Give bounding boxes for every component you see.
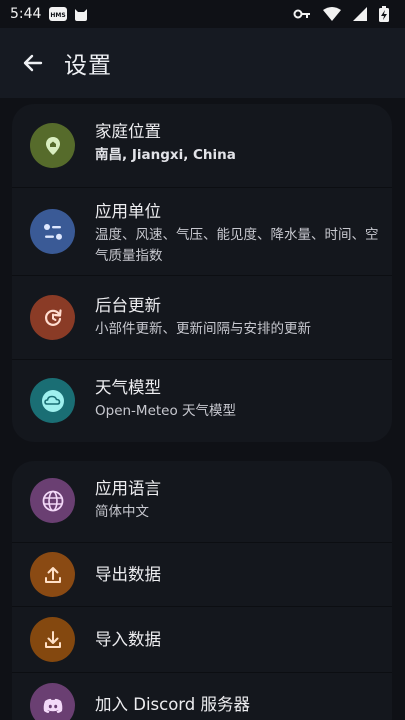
status-bar: 5:44 HMS xyxy=(0,0,405,28)
download-icon xyxy=(30,617,75,662)
settings-item-import-data[interactable]: 导入数据 xyxy=(12,607,392,673)
hms-notification-icon: HMS xyxy=(49,7,68,21)
arrow-back-icon xyxy=(23,54,43,72)
page-title: 设置 xyxy=(64,53,112,79)
settings-item-export-data[interactable]: 导出数据 xyxy=(12,543,392,607)
item-title: 导入数据 xyxy=(95,630,161,649)
upload-icon xyxy=(30,552,75,597)
location-pin-icon xyxy=(30,123,75,168)
item-subtitle: 小部件更新、更新间隔与安排的更新 xyxy=(95,321,311,337)
vpn-key-icon xyxy=(293,8,311,20)
status-time: 5:44 xyxy=(10,6,42,22)
item-title: 天气模型 xyxy=(95,378,161,397)
settings-item-weather-model[interactable]: 天气模型 Open-Meteo 天气模型 xyxy=(12,360,392,442)
refresh-clock-icon xyxy=(30,295,75,340)
item-subtitle: 温度、风速、气压、能见度、降水量、时间、空气质量指数 xyxy=(95,227,379,264)
settings-item-join-discord[interactable]: 加入 Discord 服务器 xyxy=(12,673,392,720)
settings-item-home-location[interactable]: 家庭位置 南昌, Jiangxi, China xyxy=(12,104,392,188)
back-button[interactable] xyxy=(20,51,44,75)
item-title: 后台更新 xyxy=(95,296,161,315)
item-subtitle: Open-Meteo 天气模型 xyxy=(95,403,237,419)
battery-charging-icon xyxy=(379,6,389,22)
cat-app-icon xyxy=(73,6,89,22)
item-title: 应用单位 xyxy=(95,202,161,221)
cellular-signal-icon xyxy=(353,7,367,21)
cloud-icon xyxy=(30,378,75,423)
settings-item-background-updates[interactable]: 后台更新 小部件更新、更新间隔与安排的更新 xyxy=(12,276,392,360)
wifi-icon xyxy=(323,7,341,21)
item-title: 家庭位置 xyxy=(95,122,161,141)
tune-icon xyxy=(30,209,75,254)
app-bar: 设置 xyxy=(0,28,405,98)
settings-card-data: 应用语言 简体中文 导出数据 导入数据 加入 Discord 服务器 xyxy=(12,461,392,720)
item-title: 导出数据 xyxy=(95,565,161,584)
settings-card-general: 家庭位置 南昌, Jiangxi, China 应用单位 温度、风速、气压、能见… xyxy=(12,104,392,442)
settings-item-units[interactable]: 应用单位 温度、风速、气压、能见度、降水量、时间、空气质量指数 xyxy=(12,188,392,276)
item-subtitle: 南昌, Jiangxi, China xyxy=(95,147,236,163)
hms-badge-label: HMS xyxy=(51,12,66,19)
globe-icon xyxy=(30,478,75,523)
discord-icon xyxy=(30,683,75,720)
item-subtitle: 简体中文 xyxy=(95,504,149,520)
item-title: 应用语言 xyxy=(95,479,161,498)
item-title: 加入 Discord 服务器 xyxy=(95,695,251,714)
settings-item-app-language[interactable]: 应用语言 简体中文 xyxy=(12,461,392,543)
